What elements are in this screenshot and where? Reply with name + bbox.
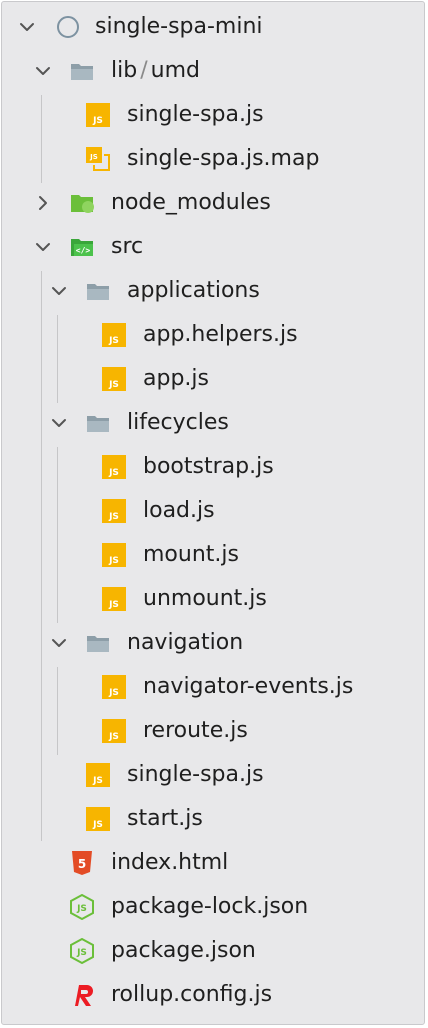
file-label: rollup.config.js [111,982,273,1007]
tree-row-lifecycles[interactable]: lifecycles [2,401,424,445]
svg-text:JS: JS [76,904,87,914]
tree-row-src[interactable]: </> src [2,225,424,269]
chevron-down-icon[interactable] [49,281,69,301]
file-label: unmount.js [143,586,267,611]
nodejs-icon: JS [70,894,94,920]
chevron-down-icon[interactable] [49,633,69,653]
tree-row-lib-umd[interactable]: lib / umd [2,49,424,93]
folder-open-icon [87,416,109,432]
src-folder-icon: </> [71,239,93,256]
js-file-icon: JS [102,719,126,743]
tree-row-root[interactable]: single-spa-mini [2,5,424,49]
tree-row-file[interactable]: JS single-spa.js [2,93,424,137]
file-label: app.helpers.js [143,322,298,347]
file-label: reroute.js [143,718,248,743]
file-label: single-spa.js.map [127,146,320,171]
root-folder-label: single-spa-mini [95,14,263,39]
chevron-right-icon[interactable] [33,193,53,213]
svg-text:JS: JS [108,380,119,390]
js-file-icon: JS [102,543,126,567]
file-label: start.js [127,806,203,831]
chevron-down-icon[interactable] [49,413,69,433]
js-file-icon: JS [102,499,126,523]
file-label: single-spa.js [127,762,264,787]
svg-text:JS: JS [92,116,103,126]
folder-label: applications [127,278,260,303]
file-label: single-spa.js [127,102,264,127]
tree-row-applications[interactable]: applications [2,269,424,313]
svg-text:JS: JS [89,153,98,161]
tree-row-file[interactable]: JS unmount.js [2,577,424,621]
tree-row-file[interactable]: JS package.json [2,929,424,973]
js-file-icon: JS [86,763,110,787]
tree-row-file[interactable]: JS app.helpers.js [2,313,424,357]
svg-text:JS: JS [108,468,119,478]
svg-text:JS: JS [76,948,87,958]
tree-row-navigation[interactable]: navigation [2,621,424,665]
chevron-down-icon[interactable] [33,237,53,257]
tree-row-file[interactable]: JS bootstrap.js [2,445,424,489]
folder-open-icon [71,64,93,80]
tree-row-file[interactable]: JS single-spa.js.map [2,137,424,181]
js-map-file-icon: JS [86,147,110,171]
tree-row-file[interactable]: JS start.js [2,797,424,841]
folder-open-icon [87,636,109,652]
js-file-icon: JS [86,103,110,127]
js-file-icon: JS [102,675,126,699]
js-file-icon: JS [102,323,126,347]
folder-open-icon [87,284,109,300]
svg-text:JS: JS [92,820,103,830]
svg-text:JS: JS [92,776,103,786]
tree-row-file[interactable]: JS package-lock.json [2,885,424,929]
svg-text:JS: JS [108,600,119,610]
tree-row-node-modules[interactable]: node_modules [2,181,424,225]
file-label: bootstrap.js [143,454,274,479]
rollup-icon [75,985,93,1006]
chevron-down-icon[interactable] [33,61,53,81]
js-file-icon: JS [86,807,110,831]
tree-row-file[interactable]: JS app.js [2,357,424,401]
nodejs-icon: JS [70,938,94,964]
js-file-icon: JS [102,587,126,611]
file-label: navigator-events.js [143,674,354,699]
tree-row-file[interactable]: 5 index.html [2,841,424,885]
folder-label: lifecycles [127,410,229,435]
file-label: load.js [143,498,215,523]
tree-row-file[interactable]: JS reroute.js [2,709,424,753]
svg-text:JS: JS [108,336,119,346]
circle-icon [57,16,79,38]
chevron-down-icon[interactable] [17,17,37,37]
tree-row-file[interactable]: JS load.js [2,489,424,533]
file-label: package.json [111,938,256,963]
js-file-icon: JS [102,455,126,479]
svg-text:JS: JS [108,732,119,742]
html5-icon: 5 [72,851,92,875]
svg-text:JS: JS [108,512,119,522]
file-label: package-lock.json [111,894,309,919]
tree-row-file[interactable]: rollup.config.js [2,973,424,1017]
svg-text:JS: JS [108,688,119,698]
file-explorer-panel: single-spa-mini lib / umd JS single-spa.js… [1,1,425,1025]
tree-row-file[interactable]: JS navigator-events.js [2,665,424,709]
folder-label: node_modules [111,190,271,215]
folder-label: lib / umd [111,58,200,83]
svg-text:JS: JS [108,556,119,566]
folder-label: navigation [127,630,244,655]
folder-label: src [111,234,144,259]
svg-text:5: 5 [78,857,86,871]
tree-row-file[interactable]: JS single-spa.js [2,753,424,797]
tree-row-file[interactable]: JS mount.js [2,533,424,577]
node-folder-icon [71,195,94,213]
file-label: index.html [111,850,229,875]
file-label: mount.js [143,542,239,567]
svg-text:</>: </> [76,246,91,255]
js-file-icon: JS [102,367,126,391]
file-label: app.js [143,366,209,391]
